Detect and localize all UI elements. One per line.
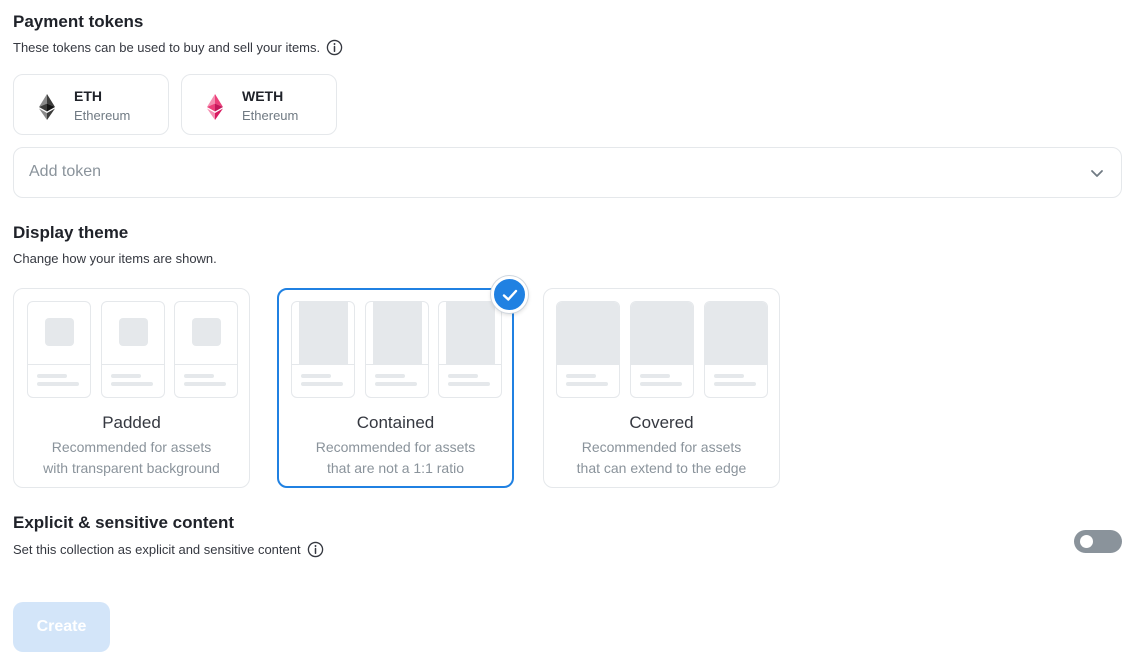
info-icon[interactable] (326, 39, 343, 56)
preview-card (704, 301, 768, 398)
preview-card (438, 301, 502, 398)
selected-check-icon (491, 276, 528, 313)
theme-description: Recommended for assets with transparent … (14, 437, 249, 479)
preview-card (101, 301, 165, 398)
theme-description: Recommended for assets that are not a 1:… (279, 437, 512, 479)
eth-icon (39, 94, 55, 120)
theme-option-padded[interactable]: Padded Recommended for assets with trans… (13, 288, 250, 488)
theme-name: Contained (356, 413, 435, 432)
payment-tokens-description: These tokens can be used to buy and sell… (13, 39, 343, 56)
preview-card (27, 301, 91, 398)
payment-tokens-title: Payment tokens (13, 12, 144, 31)
toggle-knob (1080, 535, 1093, 548)
weth-icon (207, 94, 223, 120)
theme-description: Recommended for assets that can extend t… (544, 437, 779, 479)
explicit-content-description: Set this collection as explicit and sens… (13, 541, 324, 558)
add-token-dropdown[interactable]: Add token (13, 147, 1122, 198)
theme-option-contained[interactable]: Contained Recommended for assets that ar… (277, 288, 514, 488)
theme-description-line: Recommended for assets (581, 439, 742, 455)
info-icon[interactable] (307, 541, 324, 558)
theme-option-covered[interactable]: Covered Recommended for assets that can … (543, 288, 780, 488)
preview-card (630, 301, 694, 398)
token-network: Ethereum (242, 108, 299, 123)
theme-name: Padded (102, 413, 161, 432)
preview-card (365, 301, 429, 398)
add-token-placeholder: Add token (29, 163, 102, 180)
preview-card (556, 301, 620, 398)
token-card-eth: ETH Ethereum (13, 74, 169, 135)
display-theme-description: Change how your items are shown. (13, 251, 217, 266)
theme-description-line: Recommended for assets (51, 439, 212, 455)
payment-tokens-description-text: These tokens can be used to buy and sell… (13, 40, 321, 55)
preview-card (174, 301, 238, 398)
preview-card (291, 301, 355, 398)
theme-description-line: Recommended for assets (315, 439, 476, 455)
explicit-content-title: Explicit & sensitive content (13, 513, 235, 532)
theme-name: Covered (629, 413, 694, 432)
token-symbol: ETH (74, 88, 102, 104)
create-button[interactable]: Create (13, 602, 110, 652)
token-card-weth: WETH Ethereum (181, 74, 337, 135)
token-network: Ethereum (74, 108, 131, 123)
explicit-content-description-text: Set this collection as explicit and sens… (13, 542, 301, 557)
display-theme-title: Display theme (13, 223, 129, 242)
theme-description-line: with transparent background (43, 460, 220, 476)
theme-description-line: that are not a 1:1 ratio (327, 460, 464, 476)
explicit-content-toggle[interactable] (1074, 530, 1122, 553)
theme-description-line: that can extend to the edge (576, 460, 747, 476)
chevron-down-icon (1091, 170, 1103, 177)
token-symbol: WETH (242, 88, 284, 104)
